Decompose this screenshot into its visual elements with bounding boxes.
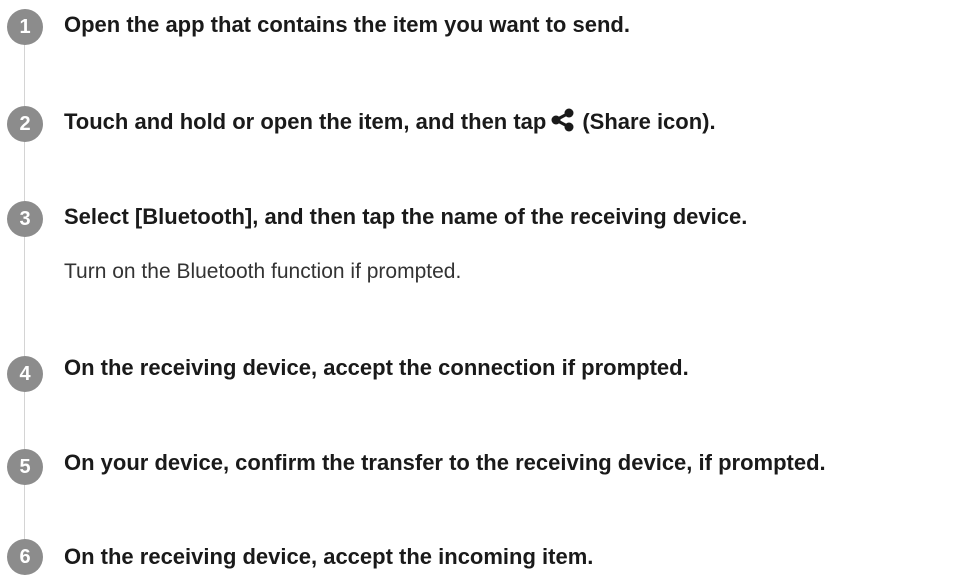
step-number-badge: 5	[7, 449, 43, 485]
step-title: On the receiving device, accept the inco…	[64, 544, 594, 569]
step-description: Turn on the Bluetooth function if prompt…	[64, 260, 462, 283]
step-number-badge: 1	[7, 9, 43, 45]
share-icon	[550, 108, 576, 139]
step-title-text: (Share icon).	[582, 109, 716, 134]
step-title: Touch and hold or open the item, and the…	[64, 108, 716, 139]
step-title-text: Touch and hold or open the item, and the…	[64, 109, 547, 134]
procedure-steps: 1 Open the app that contains the item yo…	[0, 0, 965, 575]
step-title: Select [Bluetooth], and then tap the nam…	[64, 204, 748, 229]
step-number-badge: 6	[7, 539, 43, 575]
step-number-badge: 4	[7, 356, 43, 392]
step-title: Open the app that contains the item you …	[64, 12, 630, 37]
step-title: On your device, confirm the transfer to …	[64, 450, 826, 475]
step-number-badge: 3	[7, 201, 43, 237]
step-number-badge: 2	[7, 106, 43, 142]
step-title: On the receiving device, accept the conn…	[64, 355, 689, 380]
